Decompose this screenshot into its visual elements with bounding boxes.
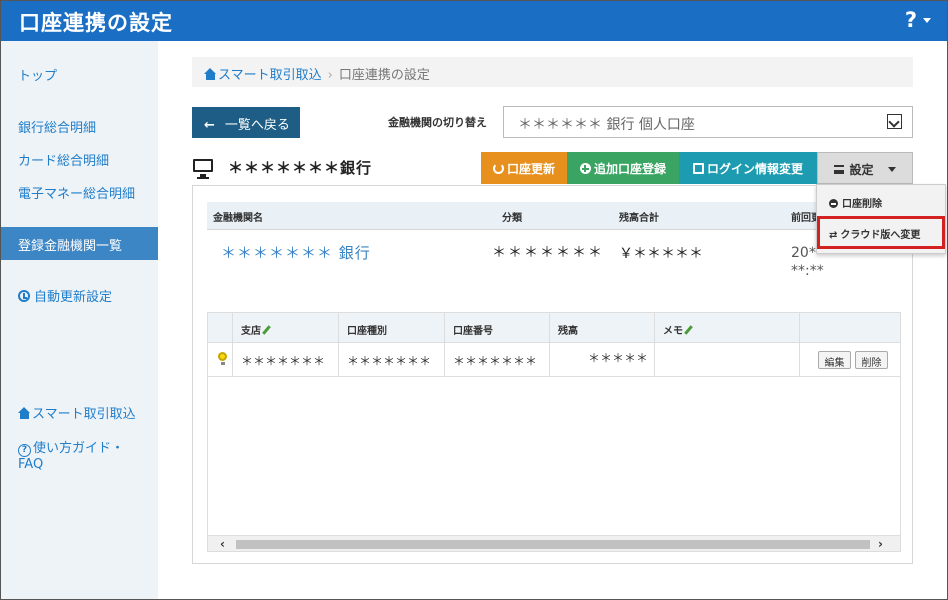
lightbulb-icon [218, 352, 227, 365]
sidebar-item-smart-import[interactable]: スマート取引取込 [18, 403, 136, 422]
horizontal-scrollbar[interactable]: ‹ › [208, 535, 900, 551]
detail-header-icon-col [208, 313, 233, 343]
detail-header-number: 口座番号 [445, 313, 550, 343]
scroll-left-icon[interactable]: ‹ [220, 537, 225, 551]
sidebar-item-label: 自動更新設定 [34, 290, 113, 305]
app-header: 口座連携の設定 ? [1, 1, 947, 41]
breadcrumb-home-link[interactable]: スマート取引取込 [204, 68, 322, 83]
monitor-icon [193, 159, 213, 179]
detail-header-branch-label: 支店 [241, 326, 261, 337]
summary-time: **:** [791, 263, 824, 279]
table-row: ＊＊＊＊＊＊＊ ＊＊＊＊＊＊＊ ＊＊＊＊＊＊＊ ＊＊＊＊＊ 編集 削除 [208, 343, 900, 377]
summary-balance: ￥＊＊＊＊＊ [619, 246, 703, 262]
swap-arrows-icon: ⇄ [829, 230, 838, 241]
menu-icon [834, 165, 845, 174]
sidebar-item-faq[interactable]: FAQ [18, 457, 43, 472]
delete-button[interactable]: 削除 [855, 351, 888, 369]
bank-title: ＊＊＊＊＊＊＊銀行 [228, 159, 373, 177]
menu-item-label: クラウド版へ変更 [840, 230, 921, 241]
detail-header-memo-label: メモ [663, 326, 683, 337]
plus-circle-icon [579, 163, 591, 174]
detail-memo [655, 343, 800, 377]
edit-icon [692, 163, 704, 174]
summary-table-row: ＊＊＊＊＊＊＊ 銀行 ＊＊＊＊＊＊＊ ￥＊＊＊＊＊ 20**-**-****:*… [207, 229, 907, 284]
summary-bank-link[interactable]: ＊＊＊＊＊＊＊ 銀行 [221, 242, 371, 263]
menu-item-delete-account[interactable]: 口座削除 [817, 195, 882, 210]
chevron-down-icon[interactable] [887, 114, 902, 129]
help-dropdown-caret-icon[interactable] [923, 18, 931, 23]
sidebar-item-top[interactable]: トップ [18, 65, 57, 84]
back-button-label: 一覧へ戻る [224, 118, 290, 133]
breadcrumb: スマート取引取込 › 口座連携の設定 [192, 57, 913, 87]
breadcrumb-home-label: スマート取引取込 [218, 68, 322, 83]
bulb-cell [208, 343, 233, 377]
menu-item-label: 口座削除 [842, 199, 882, 210]
detail-number: ＊＊＊＊＊＊＊ [445, 343, 550, 377]
sidebar-item-label: 使い方ガイド・ [33, 441, 125, 456]
add-account-button[interactable]: 追加口座登録 [567, 152, 679, 184]
minus-circle-icon [829, 199, 838, 208]
sidebar-item-registered-institutions[interactable]: 登録金融機関一覧 [1, 227, 158, 260]
edit-button[interactable]: 編集 [818, 351, 851, 369]
sidebar-item-bank-statement[interactable]: 銀行総合明細 [18, 117, 96, 136]
breadcrumb-separator: › [327, 68, 333, 83]
detail-header-actions [800, 313, 900, 343]
detail-branch: ＊＊＊＊＊＊＊ [233, 343, 339, 377]
refresh-button-label: 口座更新 [506, 162, 555, 176]
scroll-right-icon[interactable]: › [878, 537, 883, 551]
account-panel: 金融機関名 分類 残高合計 前回更 ＊＊＊＊＊＊＊ 銀行 ＊＊＊＊＊＊＊ ￥＊＊… [192, 185, 913, 564]
menu-item-change-to-cloud-content: ⇄ クラウド版へ変更 [817, 226, 920, 241]
institution-switch-label: 金融機関の切り替え [388, 116, 487, 129]
settings-button-label: 設定 [849, 163, 874, 177]
sidebar-item-label: スマート取引取込 [32, 407, 136, 422]
pencil-icon[interactable] [684, 325, 693, 335]
back-to-list-button[interactable]: ← 一覧へ戻る [192, 107, 300, 138]
sidebar-item-guide[interactable]: ? 使い方ガイド・ [18, 437, 124, 457]
institution-select[interactable]: ＊＊＊＊＊＊ 銀行 個人口座 [503, 106, 913, 138]
detail-header-branch: 支店 [233, 313, 339, 343]
sidebar-item-auto-update[interactable]: 自動更新設定 [18, 286, 112, 305]
institution-select-value: ＊＊＊＊＊＊ 銀行 個人口座 [518, 117, 695, 133]
summary-category: ＊＊＊＊＊＊＊ [492, 245, 604, 261]
change-login-info-button[interactable]: ログイン情報変更 [679, 152, 817, 184]
settings-dropdown-button[interactable]: 設定 [817, 152, 913, 184]
menu-item-change-to-cloud[interactable]: ⇄ クラウド版へ変更 [817, 216, 945, 249]
page-title: 口座連携の設定 [19, 11, 173, 35]
refresh-icon [492, 163, 504, 174]
question-icon: ? [18, 444, 31, 457]
summary-header-balance: 残高合計 [619, 213, 659, 224]
pencil-icon[interactable] [262, 325, 271, 335]
refresh-account-button[interactable]: 口座更新 [481, 152, 567, 184]
scrollbar-thumb[interactable] [236, 540, 870, 549]
detail-table-header: 支店 口座種別 口座番号 残高 メモ [208, 313, 900, 343]
caret-down-icon [887, 167, 896, 172]
sidebar-item-emoney-statement[interactable]: 電子マネー総合明細 [18, 183, 135, 202]
login-button-label: ログイン情報変更 [706, 162, 803, 176]
add-button-label: 追加口座登録 [593, 162, 666, 176]
sidebar-item-card-statement[interactable]: カード総合明細 [18, 150, 109, 169]
summary-header-institution: 金融機関名 [213, 213, 263, 224]
summary-header-category: 分類 [502, 213, 522, 224]
detail-actions-cell: 編集 削除 [800, 343, 900, 377]
account-detail-table: 支店 口座種別 口座番号 残高 メモ ＊＊＊＊＊＊＊ ＊＊＊＊＊＊＊ ＊＊＊＊＊… [207, 312, 901, 552]
arrow-left-icon: ← [204, 118, 215, 133]
detail-header-balance: 残高 [550, 313, 655, 343]
breadcrumb-current: 口座連携の設定 [338, 68, 430, 83]
home-icon [18, 407, 31, 419]
clock-icon [18, 290, 30, 302]
help-icon[interactable]: ? [905, 8, 917, 32]
detail-balance: ＊＊＊＊＊ [550, 343, 655, 377]
detail-header-memo: メモ [655, 313, 800, 343]
summary-table-header: 金融機関名 分類 残高合計 前回更 [207, 202, 907, 229]
detail-type: ＊＊＊＊＊＊＊ [339, 343, 445, 377]
sidebar: トップ 銀行総合明細 カード総合明細 電子マネー総合明細 登録金融機関一覧 自動… [1, 41, 158, 599]
detail-header-type: 口座種別 [339, 313, 445, 343]
home-icon [204, 68, 217, 80]
